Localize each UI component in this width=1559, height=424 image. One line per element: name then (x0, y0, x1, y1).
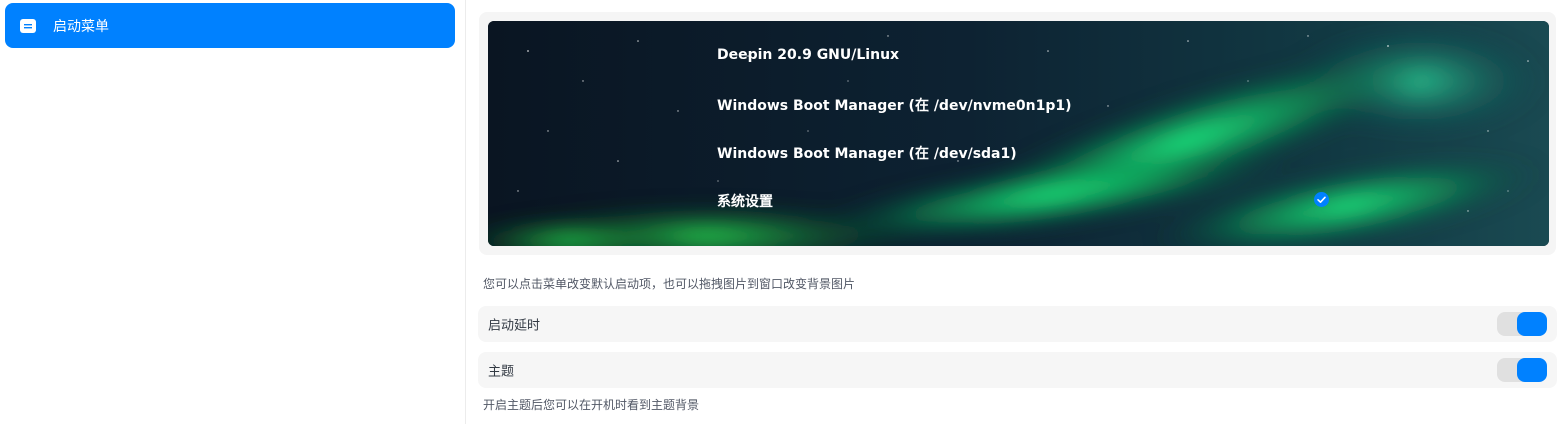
boot-entry-windows-sda[interactable]: Windows Boot Manager (在 /dev/sda1) (717, 143, 1017, 163)
boot-preview-hint: 您可以点击菜单改变默认启动项，也可以拖拽图片到窗口改变背景图片 (483, 277, 856, 291)
aurora-background (488, 21, 1549, 246)
check-circle-icon (1314, 192, 1329, 207)
boot-preview[interactable]: Deepin 20.9 GNU/Linux Windows Boot Manag… (488, 21, 1549, 246)
boot-preview-frame: Deepin 20.9 GNU/Linux Windows Boot Manag… (479, 12, 1556, 255)
menu-icon (20, 18, 36, 33)
boot-entry-deepin[interactable]: Deepin 20.9 GNU/Linux (717, 47, 899, 63)
theme-hint: 开启主题后您可以在开机时看到主题背景 (483, 398, 700, 412)
boot-entry-system-settings[interactable]: 系统设置 (717, 191, 773, 211)
boot-delay-row: 启动延时 (478, 306, 1557, 342)
boot-entry-windows-nvme[interactable]: Windows Boot Manager (在 /dev/nvme0n1p1) (717, 95, 1071, 115)
sidebar-item-boot-menu[interactable]: 启动菜单 (5, 3, 455, 48)
boot-delay-switch[interactable] (1497, 312, 1547, 336)
switch-knob (1517, 358, 1547, 382)
switch-knob (1517, 312, 1547, 336)
theme-switch[interactable] (1497, 358, 1547, 382)
boot-delay-label: 启动延时 (488, 318, 541, 334)
main-content: Deepin 20.9 GNU/Linux Windows Boot Manag… (466, 0, 1559, 424)
sidebar: 启动菜单 (0, 0, 466, 424)
theme-row: 主题 (478, 352, 1557, 388)
boot-menu-settings-window: 启动菜单 Deepin 20.9 GNU/Linux Windows Boot … (0, 0, 1559, 424)
sidebar-item-label: 启动菜单 (53, 18, 109, 35)
theme-label: 主题 (488, 364, 515, 380)
